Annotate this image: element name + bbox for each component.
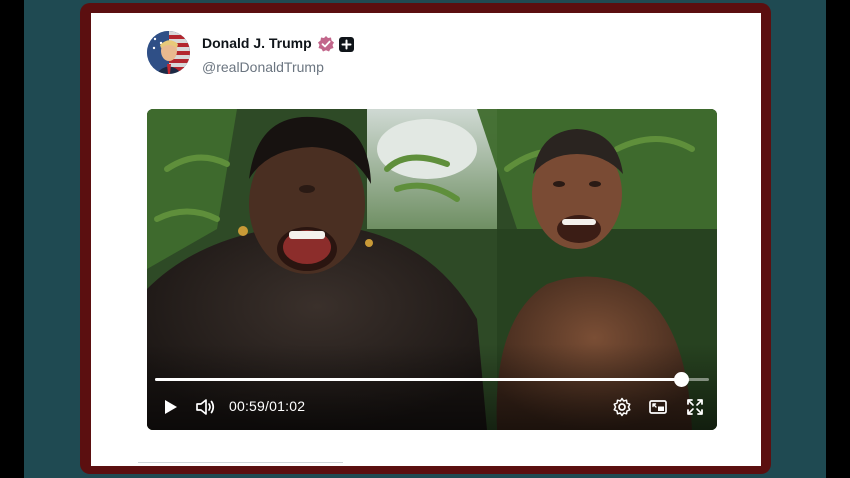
controls-overlay xyxy=(147,344,717,430)
picture-in-picture-icon[interactable] xyxy=(648,397,668,417)
volume-icon[interactable] xyxy=(195,397,215,417)
progress-fill xyxy=(155,378,682,381)
play-icon[interactable] xyxy=(160,397,180,417)
time-readout: 00:59/01:02 xyxy=(229,398,305,414)
gear-icon[interactable] xyxy=(612,397,632,417)
plus-square-icon[interactable] xyxy=(339,37,354,52)
post-card: Donald J. Trump @realDonaldTrump 00:59/0… xyxy=(91,13,761,466)
video-player[interactable]: 00:59/01:02 xyxy=(147,109,717,430)
user-handle[interactable]: @realDonaldTrump xyxy=(202,59,324,75)
duration: 01:02 xyxy=(269,398,306,414)
current-time: 00:59 xyxy=(229,398,266,414)
display-name[interactable]: Donald J. Trump xyxy=(202,35,312,51)
avatar[interactable] xyxy=(147,31,190,74)
progress-bar[interactable] xyxy=(155,372,709,387)
card-divider xyxy=(138,462,343,463)
screen: Donald J. Trump @realDonaldTrump 00:59/0… xyxy=(0,0,850,478)
verified-badge-icon xyxy=(318,36,334,52)
plus-glyph xyxy=(341,39,352,50)
avatar-image xyxy=(147,31,190,74)
fullscreen-icon[interactable] xyxy=(685,397,705,417)
